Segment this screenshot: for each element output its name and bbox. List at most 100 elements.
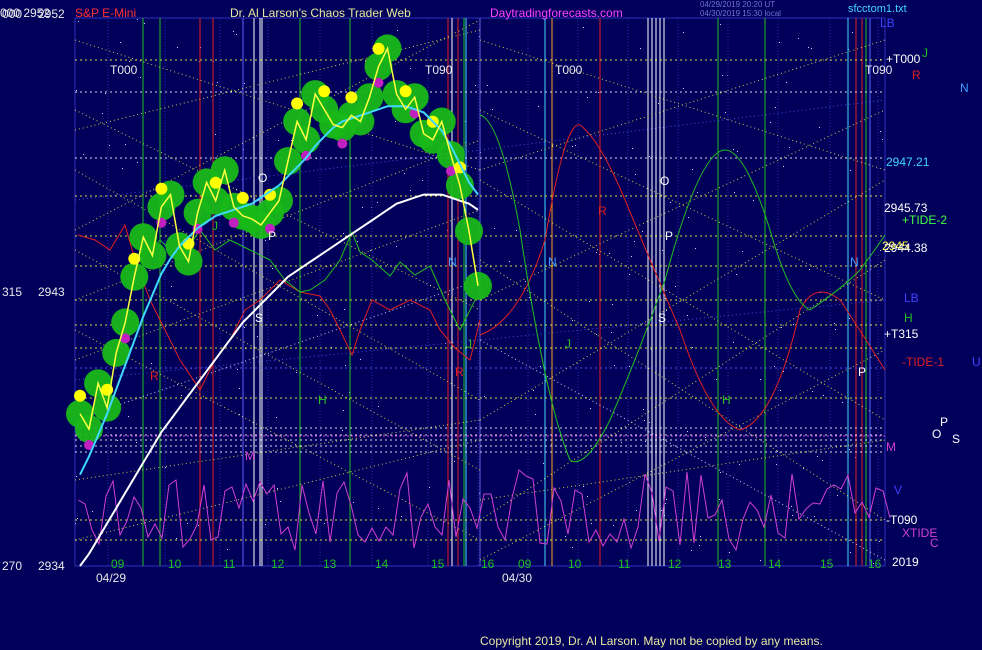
time-marker-label: T000 xyxy=(110,63,138,77)
planet-label: O xyxy=(660,174,669,188)
planet-label: P xyxy=(858,365,866,379)
copyright-text: Copyright 2019, Dr. Al Larson. May not b… xyxy=(480,634,823,648)
x-hour-label-day2: 09 xyxy=(518,557,532,571)
dot xyxy=(776,464,777,465)
dot xyxy=(808,47,809,48)
dot xyxy=(783,166,784,167)
dot xyxy=(120,42,121,43)
header-stamp-utc: 04/29/2019 20:20 UT xyxy=(700,0,776,9)
dot xyxy=(144,23,145,24)
planet-label: S xyxy=(658,311,666,325)
dot xyxy=(280,501,281,502)
magenta-ball xyxy=(337,138,348,149)
planet-label: H xyxy=(722,393,731,407)
dot xyxy=(583,486,584,487)
header-stamp-local: 04/30/2019 15:30 local xyxy=(700,9,781,18)
right-axis-label: 2947.21 xyxy=(886,155,930,169)
planet-label: R xyxy=(598,204,607,218)
dot xyxy=(217,82,218,83)
dot xyxy=(629,274,630,275)
dot xyxy=(719,499,720,500)
dot xyxy=(823,395,824,396)
dot xyxy=(296,372,297,373)
dot xyxy=(324,523,325,524)
dot xyxy=(360,359,361,360)
fan-line xyxy=(479,349,886,561)
dot xyxy=(777,451,778,452)
dot xyxy=(644,420,645,421)
dot xyxy=(640,48,641,49)
yellow-ball xyxy=(155,182,168,195)
x-hour-label-day1: 16 xyxy=(481,557,495,571)
time-marker-label: T090 xyxy=(425,63,453,77)
dot xyxy=(822,460,823,461)
dot xyxy=(649,422,650,423)
dot xyxy=(370,250,371,251)
dot xyxy=(109,145,110,146)
dot xyxy=(102,113,103,114)
dot xyxy=(171,286,172,287)
dot xyxy=(117,440,118,441)
x-hour-label-day1: 13 xyxy=(323,557,337,571)
planet-label: P xyxy=(665,229,673,243)
grid-lines xyxy=(107,18,879,566)
dot xyxy=(687,431,688,432)
header-url[interactable]: Daytradingforecasts.com xyxy=(490,6,623,20)
dot xyxy=(244,327,245,328)
dot xyxy=(543,463,544,464)
dot xyxy=(378,406,379,407)
dot xyxy=(128,416,129,417)
x-hour-label-day1: 12 xyxy=(271,557,285,571)
right-axis-label: 2019 xyxy=(892,555,919,569)
dot xyxy=(850,552,851,553)
x-hour-label-day1: 15 xyxy=(431,557,445,571)
dot xyxy=(791,506,792,507)
dot xyxy=(535,414,536,415)
dot xyxy=(642,231,643,232)
dot xyxy=(494,228,495,229)
right-axis-label: S xyxy=(952,432,960,446)
x-hour-label-day1: 11 xyxy=(223,557,236,571)
planet-label: N xyxy=(448,255,457,269)
planet-label: M xyxy=(245,449,255,463)
dot xyxy=(809,269,810,270)
dot xyxy=(75,523,76,524)
dot xyxy=(760,560,761,561)
dot xyxy=(814,516,815,517)
dot xyxy=(736,274,737,275)
dot xyxy=(429,487,430,488)
x-hour-label-day2: 11 xyxy=(618,557,631,571)
dot xyxy=(525,281,526,282)
dot xyxy=(83,154,84,155)
fan-line xyxy=(479,439,886,501)
dot xyxy=(187,523,188,524)
planet-label: R xyxy=(150,369,159,383)
dot xyxy=(632,148,633,149)
dot xyxy=(77,518,78,519)
dot xyxy=(720,472,721,473)
dot xyxy=(529,297,530,298)
dot xyxy=(596,252,597,253)
yellow-ball xyxy=(345,91,358,104)
dot xyxy=(198,525,199,526)
dot xyxy=(317,315,318,316)
dot xyxy=(850,170,851,171)
dot xyxy=(137,19,138,20)
dot xyxy=(662,250,663,251)
dot xyxy=(125,144,126,145)
dot xyxy=(487,85,488,86)
dot xyxy=(342,430,343,431)
dot xyxy=(177,47,178,48)
dot xyxy=(291,140,292,141)
dot xyxy=(538,106,539,107)
dot xyxy=(789,147,790,148)
right-axis-label: O xyxy=(932,427,941,441)
dot xyxy=(792,515,793,516)
event-lines xyxy=(142,18,871,566)
dot xyxy=(842,402,843,403)
dot xyxy=(812,391,813,392)
y-axis-price-label: 2943 xyxy=(38,285,65,299)
right-axis-label: U xyxy=(972,355,981,369)
dot xyxy=(151,363,152,364)
dot xyxy=(770,122,771,123)
